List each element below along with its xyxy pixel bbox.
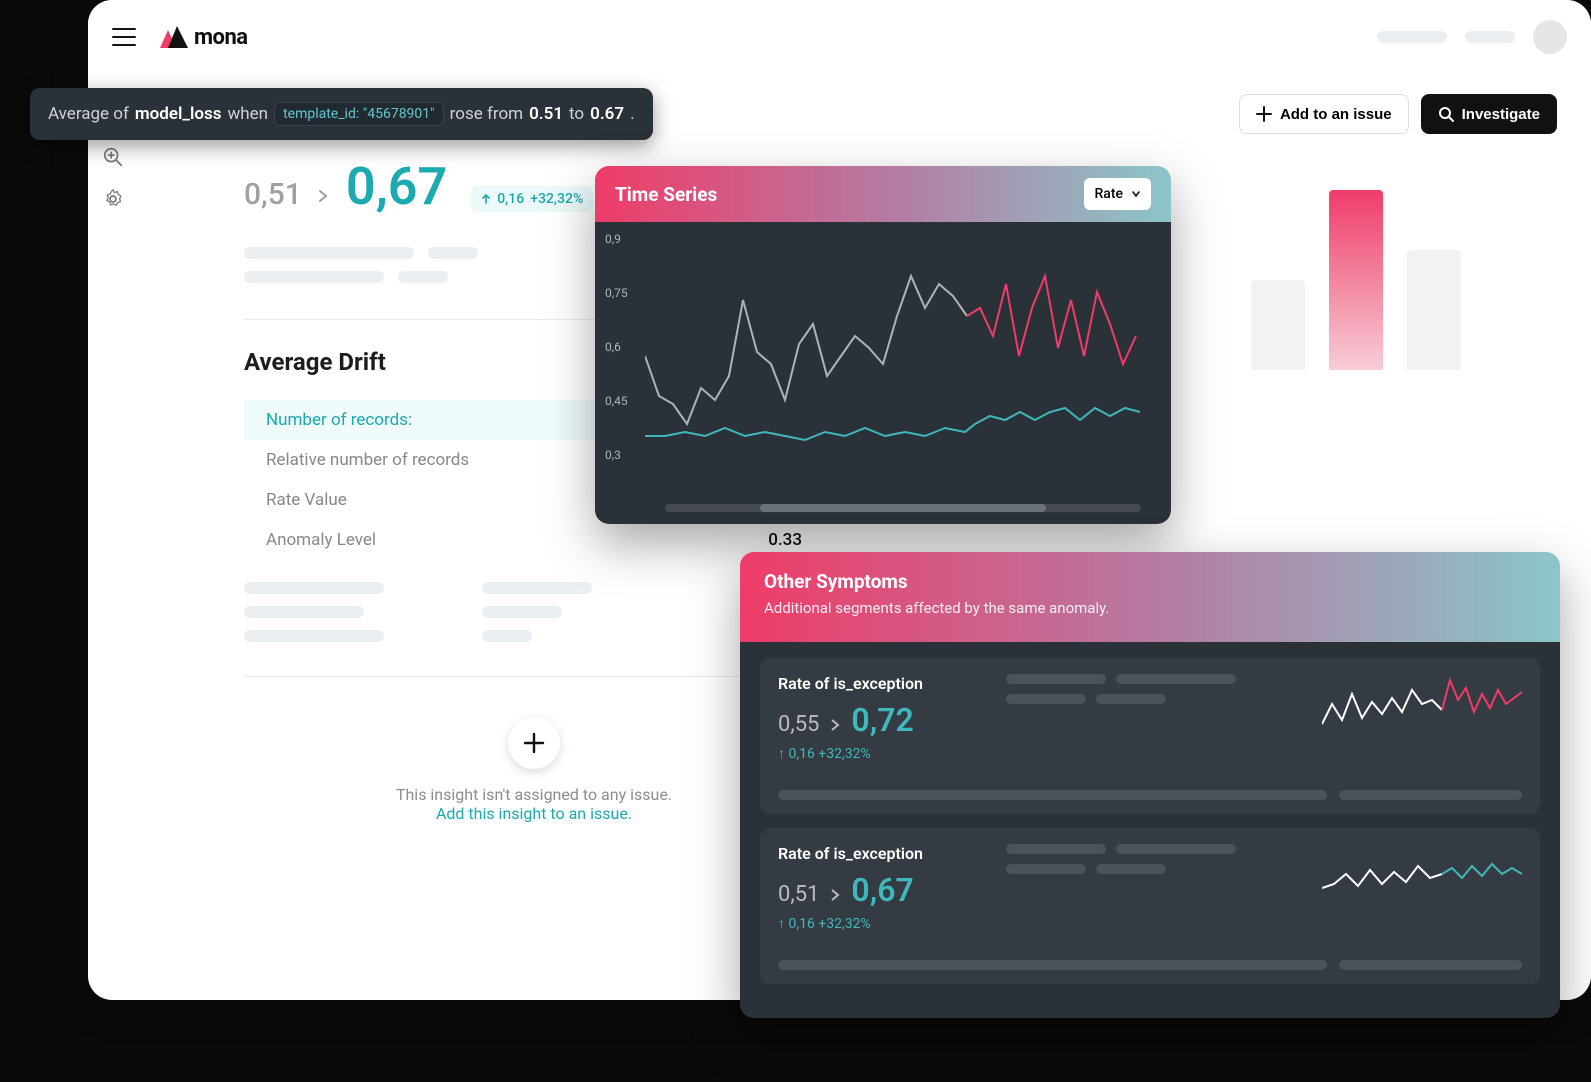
caret-right-icon [829, 889, 841, 901]
tooltip-text: rose from [450, 104, 523, 124]
timeseries-svg [645, 236, 1145, 476]
filter-chip[interactable]: template_id: "45678901" [274, 102, 444, 126]
zoom-in-icon[interactable] [102, 146, 124, 168]
tooltip-text: . [630, 104, 634, 124]
gear-icon[interactable] [102, 188, 124, 210]
card-subtitle: Additional segments affected by the same… [764, 599, 1536, 617]
stat-label: Rate Value [266, 490, 347, 510]
symptom-delta: ↑ 0,16 +32,32% [778, 745, 988, 762]
add-to-issue-label: Add to an issue [1280, 106, 1392, 123]
symptoms-card: Other Symptoms Additional segments affec… [740, 552, 1560, 1018]
symptom-to: 0,72 [851, 701, 913, 739]
symptom-to: 0,67 [851, 871, 913, 909]
symptoms-body: Rate of is_exception 0,55 0,72 ↑ 0,16 +3… [740, 642, 1560, 1018]
scrollbar-thumb[interactable] [760, 504, 1046, 512]
action-row: Add to an issue Investigate [1239, 94, 1557, 134]
card-title: Other Symptoms [764, 570, 1536, 593]
chevron-down-icon [1131, 189, 1141, 199]
placeholder [1465, 31, 1515, 43]
y-tick: 0,3 [605, 448, 621, 462]
sparkline [1322, 674, 1522, 736]
bar-chart-placeholder [1251, 150, 1551, 370]
delta-pct: +32,32% [530, 191, 583, 207]
placeholder-rows [1006, 844, 1304, 874]
y-tick: 0,6 [605, 340, 621, 354]
divider [244, 676, 824, 677]
symptom-from: 0,55 [778, 712, 819, 737]
stat-label: Anomaly Level [266, 530, 376, 550]
topbar: mona [88, 0, 1591, 74]
tooltip-text: to [569, 104, 584, 124]
y-tick: 0,45 [605, 394, 628, 408]
arrow-right-icon [316, 188, 332, 204]
menu-icon[interactable] [112, 28, 136, 46]
brand-name: mona [194, 25, 248, 50]
placeholder [1377, 31, 1447, 43]
y-tick: 0,9 [605, 232, 621, 246]
timeseries-plot[interactable]: 0,9 0,75 0,6 0,45 0,3 [595, 222, 1171, 524]
assign-hint: This insight isn't assigned to any issue… [244, 785, 824, 804]
stat-label: Relative number of records [266, 450, 469, 470]
add-to-issue-button[interactable]: Add to an issue [1239, 94, 1409, 134]
add-issue-round-button[interactable] [508, 717, 560, 769]
assign-link[interactable]: Add this insight to an issue. [244, 804, 824, 823]
stat-value: 0.33 [768, 530, 802, 550]
y-tick: 0,75 [605, 286, 628, 300]
metric-select[interactable]: Rate [1084, 178, 1151, 210]
topbar-right [1377, 20, 1567, 54]
sparkline [1322, 844, 1522, 906]
summary-to: 0,67 [346, 156, 447, 217]
symptom-values: 0,55 0,72 [778, 701, 988, 739]
logo-mark-icon [160, 26, 188, 48]
investigate-button[interactable]: Investigate [1421, 94, 1557, 134]
symptom-from: 0,51 [778, 882, 819, 907]
placeholder-rows [244, 582, 824, 642]
side-tools [102, 146, 124, 210]
card-title: Time Series [615, 183, 717, 206]
avatar[interactable] [1533, 20, 1567, 54]
symptom-delta: ↑ 0,16 +32,32% [778, 915, 988, 932]
delta-abs: 0,16 [497, 191, 524, 207]
tooltip-from: 0.51 [529, 104, 563, 124]
symptom-name: Rate of is_exception [778, 674, 988, 693]
plus-icon [1256, 106, 1272, 122]
tooltip-text: Average of [48, 104, 129, 124]
tooltip-metric: model_loss [135, 104, 222, 124]
symptom-name: Rate of is_exception [778, 844, 988, 863]
horizontal-scrollbar[interactable] [665, 504, 1141, 512]
tooltip-text: when [228, 104, 269, 124]
investigate-label: Investigate [1462, 106, 1540, 123]
brand-logo: mona [160, 25, 248, 50]
delta-badge: 0,16 +32,32% [471, 186, 593, 212]
placeholder-rows [1006, 674, 1304, 704]
symptom-item[interactable]: Rate of is_exception 0,51 0,67 ↑ 0,16 +3… [760, 828, 1540, 984]
placeholder-strip [778, 790, 1522, 800]
placeholder-strip [778, 960, 1522, 970]
stat-anomaly: Anomaly Level 0.33 [244, 520, 824, 560]
symptom-values: 0,51 0,67 [778, 871, 988, 909]
search-zoom-icon [1438, 106, 1454, 122]
timeseries-card: Time Series Rate 0,9 0,75 0,6 0,45 0,3 [595, 166, 1171, 524]
caret-right-icon [829, 719, 841, 731]
stat-label: Number of records: [266, 410, 412, 430]
insight-tooltip: Average of model_loss when template_id: … [30, 88, 653, 140]
symptom-item[interactable]: Rate of is_exception 0,55 0,72 ↑ 0,16 +3… [760, 658, 1540, 814]
arrow-up-icon [481, 194, 491, 204]
card-header: Other Symptoms Additional segments affec… [740, 552, 1560, 642]
card-header: Time Series Rate [595, 166, 1171, 222]
plus-icon [523, 732, 545, 754]
select-value: Rate [1094, 186, 1123, 202]
tooltip-to: 0.67 [590, 104, 624, 124]
summary-from: 0,51 [244, 177, 302, 212]
